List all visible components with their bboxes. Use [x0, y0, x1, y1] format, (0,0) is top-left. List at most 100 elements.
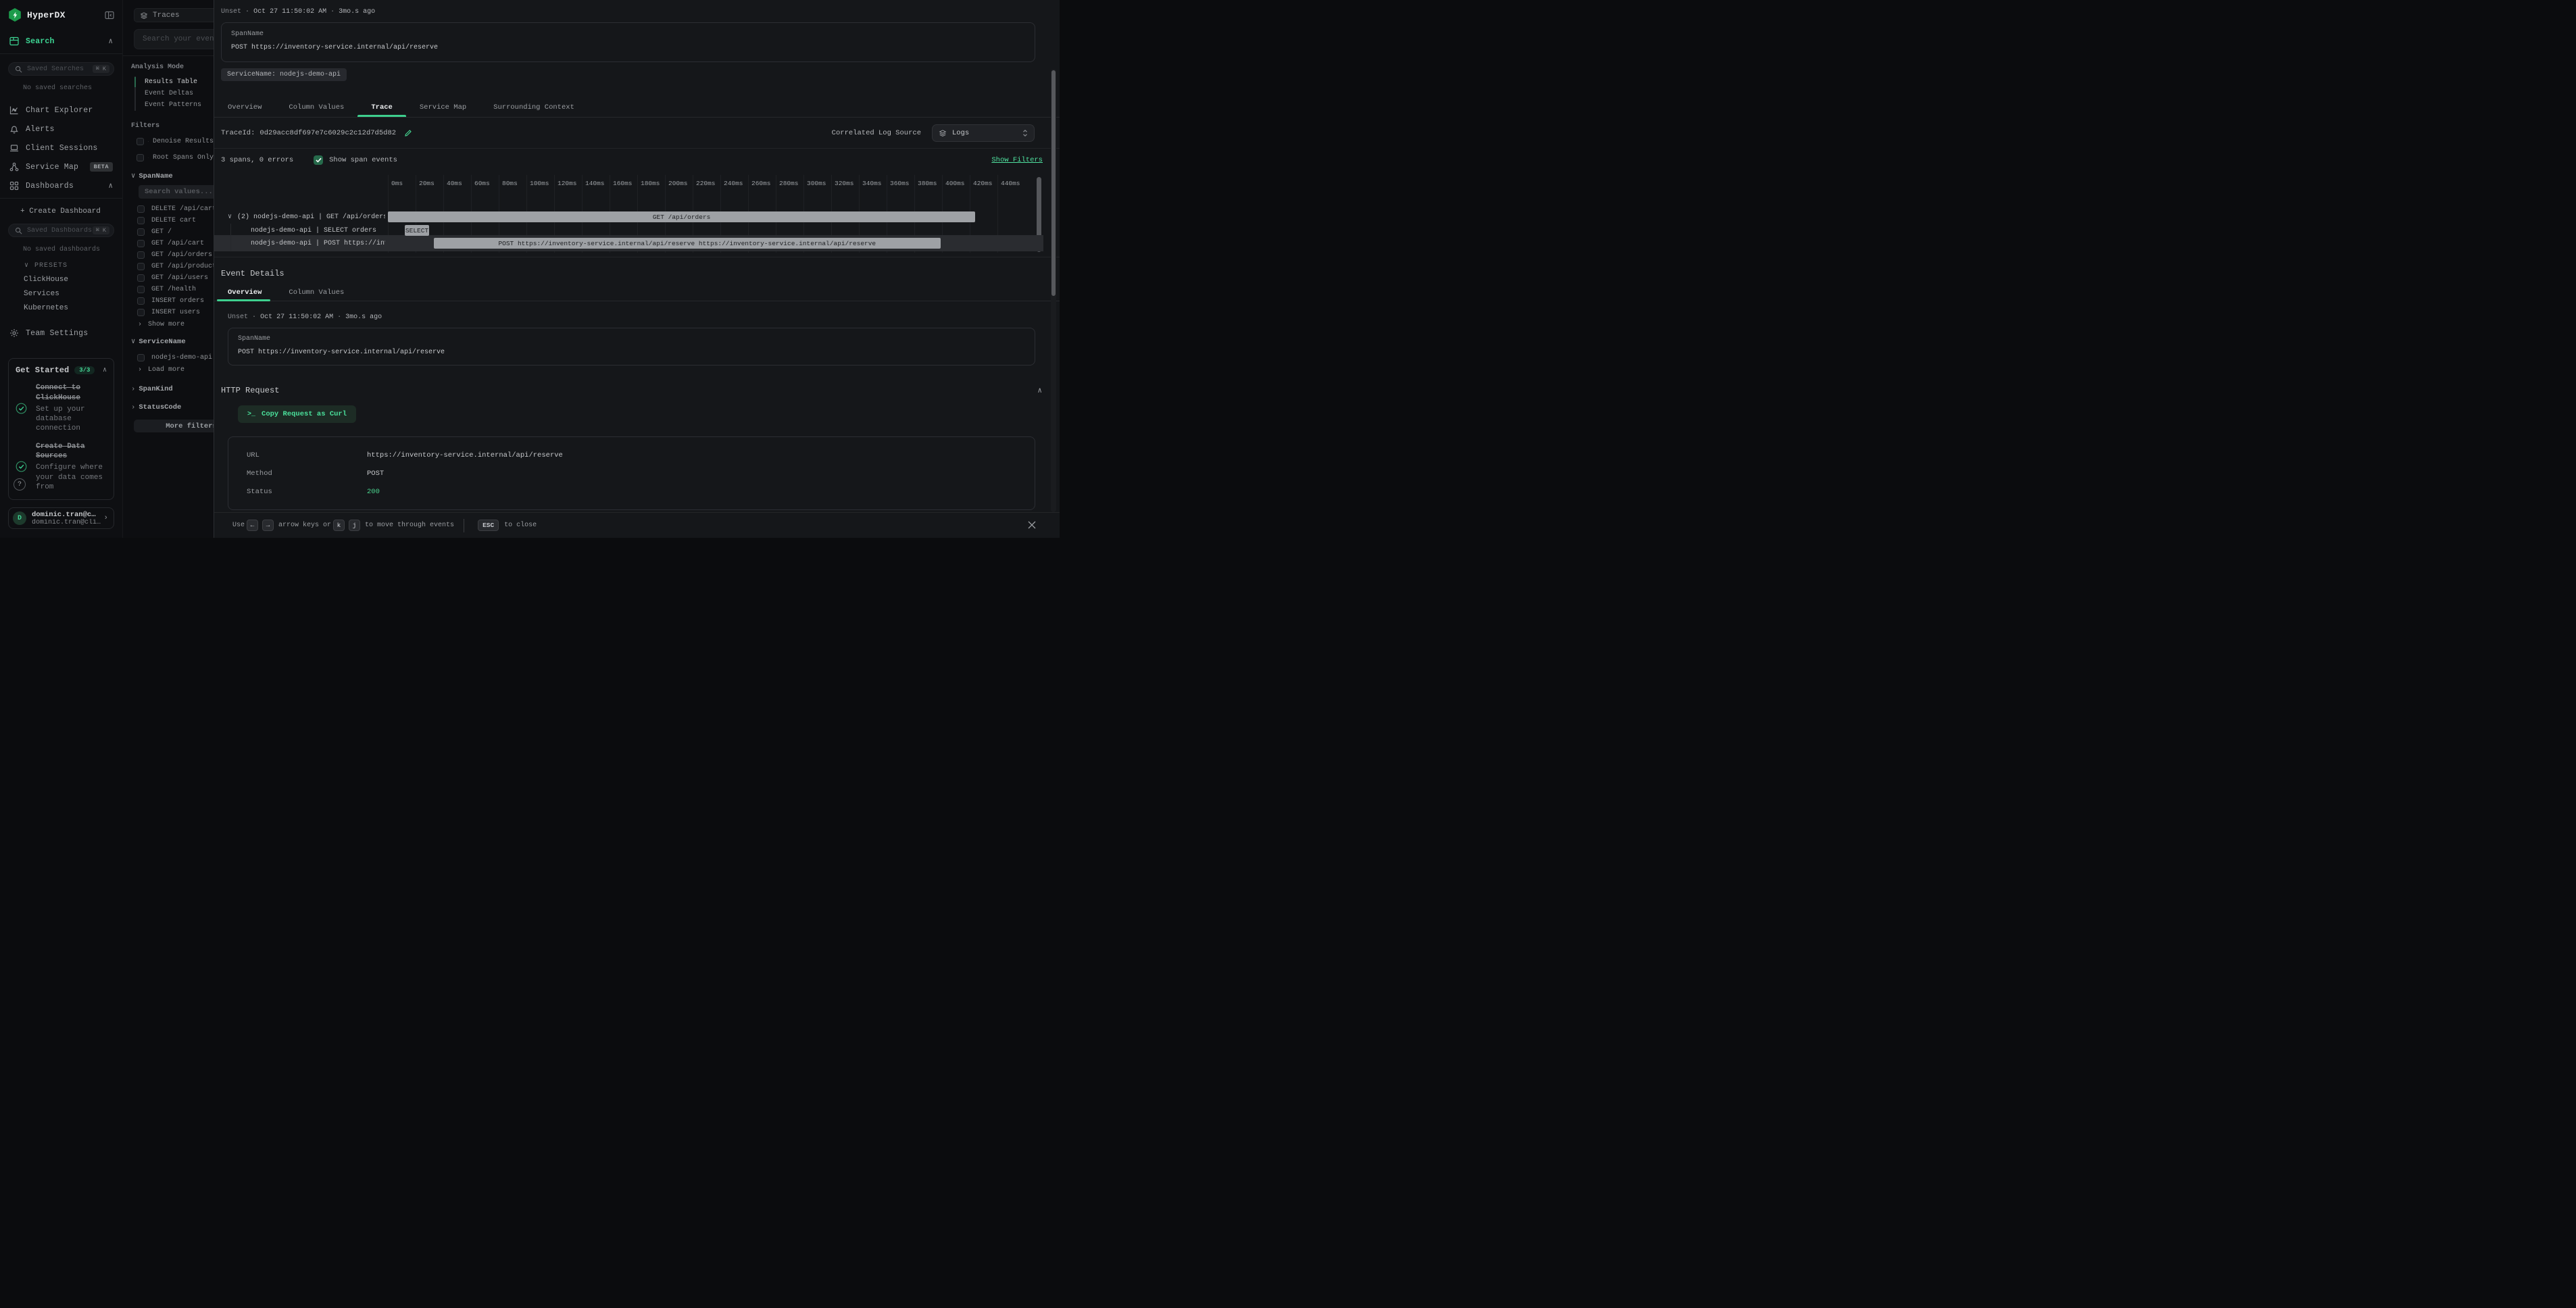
trace-waterfall: 0ms20ms40ms60ms80ms100ms120ms140ms160ms1… [214, 172, 1060, 257]
sidebar-item-team-settings[interactable]: Team Settings [0, 326, 122, 341]
terminal-icon: >_ [247, 411, 255, 418]
load-more-link[interactable]: ›Load more [138, 365, 214, 375]
spanname-filter-row[interactable]: GET / [137, 226, 214, 238]
show-more-link[interactable]: ›Show more [138, 320, 214, 330]
chevron-down-icon[interactable]: ∨ [228, 213, 232, 221]
span-row-name[interactable]: nodejs-demo-api | POST https://invento [251, 238, 385, 249]
saved-dashboards-search[interactable]: ⌘ K [8, 224, 114, 237]
servicename-section-header[interactable]: ∨ServiceName [131, 337, 214, 346]
sidebar-item-alerts[interactable]: Alerts [0, 122, 122, 136]
preset-kubernetes[interactable]: Kubernetes [24, 304, 122, 312]
events-search-input[interactable] [134, 29, 214, 49]
span-row-name[interactable]: nodejs-demo-api | SELECT orders [251, 225, 385, 236]
copy-curl-button[interactable]: >_ Copy Request as Curl [238, 405, 356, 423]
timeline-tick-label: 340ms [862, 180, 882, 187]
get-started-item[interactable]: Create Data Sources Configure where your… [16, 442, 107, 493]
checkbox-icon[interactable] [137, 274, 145, 282]
sidebar-item-chart-explorer[interactable]: Chart Explorer [0, 103, 122, 118]
details-tab-column-values[interactable]: Column Values [289, 284, 344, 301]
filter-value-label: INSERT users [151, 309, 200, 316]
checkbox-icon[interactable] [137, 309, 145, 316]
span-duration-bar[interactable]: SELECT [405, 225, 430, 236]
scrollbar-thumb[interactable] [1051, 70, 1056, 296]
chevron-up-icon[interactable]: ∧ [108, 181, 113, 191]
help-button[interactable]: ? [14, 478, 26, 490]
analysis-mode-event-patterns[interactable]: Event Patterns [136, 99, 214, 111]
edit-icon[interactable] [404, 129, 412, 137]
checkbox-icon[interactable] [137, 217, 145, 224]
service-tag[interactable]: ServiceName: nodejs-demo-api [221, 68, 347, 81]
sidebar-item-client-sessions[interactable]: Client Sessions [0, 141, 122, 155]
collapse-section-icon[interactable]: ∧ [1037, 386, 1042, 395]
scrollbar[interactable] [1051, 69, 1056, 512]
span-row-name[interactable]: ∨(2) nodejs-demo-api | GET /api/orders [228, 211, 385, 222]
preset-clickhouse[interactable]: ClickHouse [24, 276, 122, 284]
spanname-filter-row[interactable]: INSERT users [137, 307, 214, 318]
timeline-tick-label: 160ms [613, 180, 633, 187]
spanname-section-header[interactable]: ∨SpanName [131, 172, 214, 180]
filter-value-label: DELETE /api/cart [151, 205, 214, 213]
spanname-filter-row[interactable]: GET /api/products [137, 261, 214, 272]
span-duration-bar[interactable]: GET /api/orders [388, 211, 975, 222]
saved-dashboards-input[interactable] [27, 227, 93, 234]
get-started-item[interactable]: Connect to ClickHouse Set up your databa… [16, 383, 107, 434]
analysis-mode-results-table[interactable]: Results Table [136, 76, 214, 88]
checkbox-icon[interactable] [137, 286, 145, 293]
chevron-up-icon[interactable]: ∧ [103, 366, 107, 374]
chevron-up-icon[interactable]: ∧ [108, 36, 113, 46]
user-menu[interactable]: D dominic.tran@c… dominic.tran@cli… › [8, 507, 114, 529]
checkbox-icon[interactable] [137, 205, 145, 213]
filter-value-label: DELETE cart [151, 217, 196, 224]
tab-overview[interactable]: Overview [228, 97, 262, 117]
show-filters-link[interactable]: Show Filters [991, 156, 1043, 164]
checkbox-icon[interactable] [137, 297, 145, 305]
checkbox-icon[interactable] [137, 138, 144, 145]
denoise-icon [148, 138, 149, 145]
checkbox-icon[interactable] [137, 263, 145, 270]
servicename-filter-row[interactable]: nodejs-demo-api [137, 352, 214, 363]
tab-trace[interactable]: Trace [371, 97, 393, 117]
sidebar-item-search[interactable]: Search ∧ [0, 34, 122, 49]
checkbox-icon[interactable] [137, 154, 144, 161]
saved-searches-search[interactable]: ⌘ K [8, 62, 114, 76]
event-time: Oct 27 11:50:02 AM [260, 313, 333, 321]
spanname-filter-row[interactable]: INSERT orders [137, 295, 214, 307]
spanname-filter-row[interactable]: DELETE cart [137, 215, 214, 226]
create-dashboard-button[interactable]: + Create Dashboard [20, 207, 122, 216]
search-values-input[interactable] [139, 185, 214, 199]
analysis-mode-event-deltas[interactable]: Event Deltas [136, 88, 214, 99]
sidebar-item-dashboards[interactable]: Dashboards ∧ [0, 178, 122, 193]
close-icon[interactable] [1026, 520, 1037, 530]
checkbox-icon[interactable] [137, 240, 145, 247]
checkbox-icon[interactable] [137, 354, 145, 361]
more-filters-button[interactable]: More filters [134, 420, 214, 432]
tab-service-map[interactable]: Service Map [420, 97, 466, 117]
spanname-filter-row[interactable]: GET /api/users [137, 272, 214, 284]
checkbox-icon[interactable] [137, 251, 145, 259]
log-source-select[interactable]: Logs [932, 124, 1035, 142]
user-name: dominic.tran@c… [32, 511, 103, 519]
denoise-toggle[interactable]: Denoise Results [137, 136, 214, 146]
trace-summary-row: 3 spans, 0 errors Show span events Show … [214, 149, 1060, 172]
tab-surrounding-context[interactable]: Surrounding Context [493, 97, 574, 117]
statuscode-section-header[interactable]: ›StatusCode [131, 403, 214, 411]
spankind-section-header[interactable]: ›SpanKind [131, 385, 214, 393]
spanname-filter-row[interactable]: GET /api/orders [137, 249, 214, 261]
source-selector[interactable]: Traces [134, 8, 214, 22]
tab-column-values[interactable]: Column Values [289, 97, 344, 117]
details-tab-overview[interactable]: Overview [228, 284, 262, 301]
spanname-filter-row[interactable]: DELETE /api/cart [137, 203, 214, 215]
span-duration-bar[interactable]: POST https://inventory-service.internal/… [434, 238, 941, 249]
show-span-events-checkbox[interactable] [314, 155, 323, 165]
root-spans-toggle[interactable]: Root Spans Only [137, 153, 214, 162]
saved-searches-input[interactable] [27, 66, 93, 73]
sidebar-item-label: Team Settings [26, 329, 88, 338]
beta-badge: BETA [90, 162, 113, 172]
sidebar-item-service-map[interactable]: Service Map BETA [0, 159, 122, 174]
preset-services[interactable]: Services [24, 290, 122, 298]
checkbox-icon[interactable] [137, 228, 145, 236]
presets-header[interactable]: ∨PRESETS [24, 261, 122, 270]
spanname-filter-row[interactable]: GET /health [137, 284, 214, 295]
collapse-sidebar-icon[interactable] [105, 11, 114, 20]
spanname-filter-row[interactable]: GET /api/cart [137, 238, 214, 249]
